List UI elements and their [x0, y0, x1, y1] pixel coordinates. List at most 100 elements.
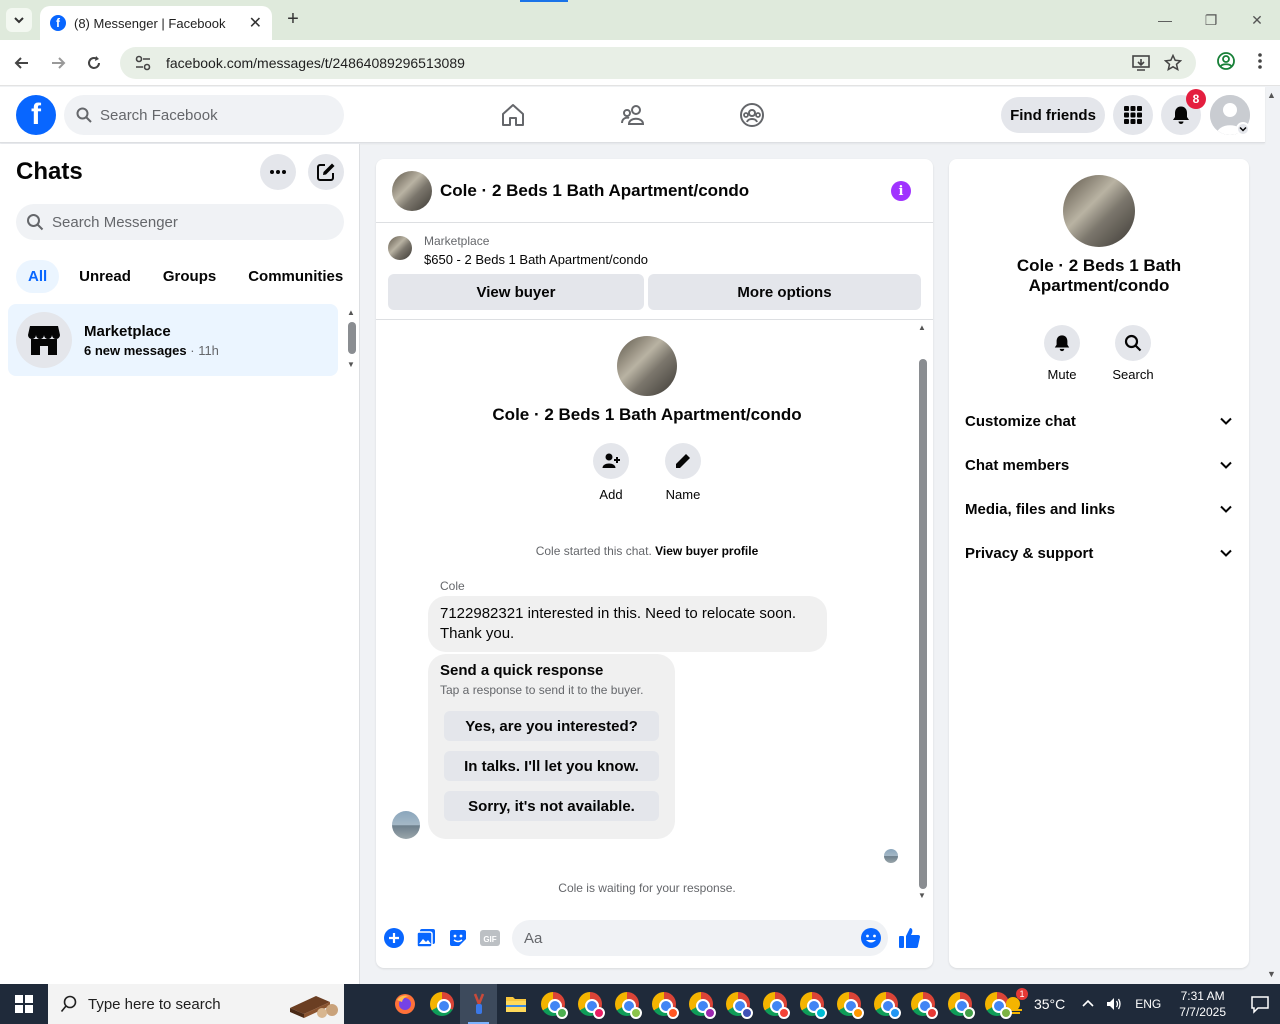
view-buyer-button[interactable]: View buyer: [388, 274, 644, 310]
action-center-button[interactable]: [1240, 994, 1280, 1014]
chrome-profile-taskbar-icon[interactable]: [534, 984, 571, 1024]
chrome-profile-taskbar-icon[interactable]: [793, 984, 830, 1024]
chevron-up-icon[interactable]: [1081, 997, 1095, 1011]
system-tray: 1 35°C ENG 7:31 AM 7/7/2025: [1002, 984, 1280, 1024]
search-icon: [60, 995, 77, 1013]
tab-search-button[interactable]: [6, 8, 32, 32]
close-tab-icon[interactable]: ✕: [249, 13, 262, 33]
chat-members-section[interactable]: Chat members: [965, 447, 1233, 483]
scroll-down-icon[interactable]: ▼: [347, 360, 355, 369]
gif-icon[interactable]: GIF: [478, 926, 502, 950]
facebook-search-input[interactable]: Search Facebook: [64, 95, 344, 135]
scroll-thumb[interactable]: [348, 322, 356, 354]
page-scroll-down-icon[interactable]: ▼: [1267, 969, 1276, 979]
more-actions-plus-icon[interactable]: [382, 926, 406, 950]
chrome-profile-taskbar-icon[interactable]: [682, 984, 719, 1024]
thread-scrollbar[interactable]: ▲ ▼: [917, 321, 929, 901]
chrome-profile-taskbar-icon[interactable]: [830, 984, 867, 1024]
chrome-profile-taskbar-icon[interactable]: [867, 984, 904, 1024]
privacy-support-section[interactable]: Privacy & support: [965, 535, 1233, 571]
scroll-up-icon[interactable]: ▲: [347, 308, 355, 317]
chrome-profile-taskbar-icon[interactable]: [645, 984, 682, 1024]
browser-profile-icon[interactable]: [1216, 51, 1236, 71]
edit-name-action[interactable]: Name: [653, 443, 713, 502]
snipping-tool-taskbar-icon[interactable]: [460, 984, 497, 1024]
menu-button[interactable]: [1113, 95, 1153, 135]
chrome-profile-taskbar-icon[interactable]: [904, 984, 941, 1024]
minimize-icon[interactable]: —: [1142, 0, 1188, 40]
new-message-button[interactable]: [308, 154, 344, 190]
sticker-icon[interactable]: [446, 926, 470, 950]
conversation-info-icon[interactable]: i: [891, 181, 911, 201]
listing-thumbnail[interactable]: [388, 236, 412, 260]
quick-response-button[interactable]: Sorry, it's not available.: [444, 791, 659, 821]
filter-unread[interactable]: Unread: [67, 260, 143, 293]
customize-chat-section[interactable]: Customize chat: [965, 403, 1233, 439]
system-clock[interactable]: 7:31 AM 7/7/2025: [1179, 988, 1226, 1020]
page-scroll-up-icon[interactable]: ▲: [1267, 90, 1276, 100]
incoming-message-bubble[interactable]: 7122982321 interested in this. Need to r…: [428, 596, 827, 652]
filter-all[interactable]: All: [16, 260, 60, 293]
listing-title[interactable]: $650 - 2 Beds 1 Bath Apartment/condo: [424, 252, 648, 267]
filter-groups[interactable]: Groups: [151, 260, 228, 293]
temperature[interactable]: 35°C: [1034, 996, 1065, 1012]
chrome-taskbar-icon[interactable]: [423, 984, 460, 1024]
groups-nav-button[interactable]: [736, 99, 768, 131]
add-people-action[interactable]: Add: [581, 443, 641, 502]
grid-menu-icon: [1124, 106, 1142, 124]
chat-list-scrollbar[interactable]: ▲ ▼: [347, 308, 357, 369]
back-button[interactable]: [10, 51, 34, 75]
quick-response-button[interactable]: In talks. I'll let you know.: [444, 751, 659, 781]
browser-tab-messenger[interactable]: f (8) Messenger | Facebook ✕: [40, 6, 272, 40]
reload-button[interactable]: [82, 51, 106, 75]
quick-response-button[interactable]: Yes, are you interested?: [444, 711, 659, 741]
account-chevron-icon[interactable]: [1236, 122, 1250, 136]
conversation-avatar[interactable]: [392, 170, 432, 211]
input-language[interactable]: ENG: [1135, 997, 1161, 1011]
install-app-icon[interactable]: [1132, 54, 1150, 72]
new-tab-button[interactable]: +: [282, 8, 304, 30]
emoji-icon[interactable]: [860, 927, 882, 949]
mute-action[interactable]: Mute: [1032, 325, 1092, 382]
scroll-thumb[interactable]: [919, 359, 927, 889]
media-files-links-section[interactable]: Media, files and links: [965, 491, 1233, 527]
firefox-taskbar-icon[interactable]: [386, 984, 423, 1024]
bookmark-star-icon[interactable]: [1164, 54, 1182, 72]
chrome-profile-taskbar-icon[interactable]: [756, 984, 793, 1024]
scroll-down-icon[interactable]: ▼: [918, 891, 926, 900]
conversation-preview-text: 6 new messages: [84, 342, 187, 358]
conversation-title[interactable]: Cole · 2 Beds 1 Bath Apartment/condo: [440, 181, 749, 201]
taskbar-search-input[interactable]: Type here to search: [48, 984, 344, 1024]
chrome-profile-taskbar-icon[interactable]: [608, 984, 645, 1024]
find-friends-button[interactable]: Find friends: [1001, 97, 1105, 133]
attach-photo-icon[interactable]: [414, 926, 438, 950]
forward-button[interactable]: [46, 51, 70, 75]
filter-communities[interactable]: Communities: [236, 260, 355, 293]
restore-icon[interactable]: ❐: [1188, 0, 1234, 40]
start-button[interactable]: [0, 984, 48, 1024]
sender-avatar[interactable]: [392, 811, 420, 839]
scroll-up-icon[interactable]: ▲: [918, 323, 926, 332]
close-window-icon[interactable]: ✕: [1234, 0, 1280, 40]
view-buyer-profile-link[interactable]: View buyer profile: [655, 544, 758, 558]
volume-icon[interactable]: [1105, 995, 1123, 1013]
more-options-button[interactable]: More options: [648, 274, 921, 310]
site-info-icon[interactable]: [134, 54, 152, 72]
address-bar[interactable]: facebook.com/messages/t/2486408929651308…: [120, 47, 1196, 79]
messenger-search-input[interactable]: Search Messenger: [16, 204, 344, 240]
search-in-chat-action[interactable]: Search: [1103, 325, 1163, 382]
home-nav-button[interactable]: [497, 99, 529, 131]
thumbs-up-icon[interactable]: [898, 926, 922, 950]
conversation-item-marketplace[interactable]: Marketplace 6 new messages · 11h: [8, 304, 338, 376]
facebook-logo[interactable]: f: [16, 95, 56, 135]
message-input[interactable]: Aa: [512, 920, 888, 956]
browser-toolbar: facebook.com/messages/t/2486408929651308…: [0, 40, 1280, 86]
browser-menu-icon[interactable]: [1250, 51, 1270, 71]
file-explorer-taskbar-icon[interactable]: [497, 984, 534, 1024]
chevron-down-icon: [1220, 549, 1232, 557]
chrome-profile-taskbar-icon[interactable]: [571, 984, 608, 1024]
chrome-profile-taskbar-icon[interactable]: [941, 984, 978, 1024]
chrome-profile-taskbar-icon[interactable]: [719, 984, 756, 1024]
friends-nav-button[interactable]: [617, 99, 649, 131]
chat-options-button[interactable]: [260, 154, 296, 190]
